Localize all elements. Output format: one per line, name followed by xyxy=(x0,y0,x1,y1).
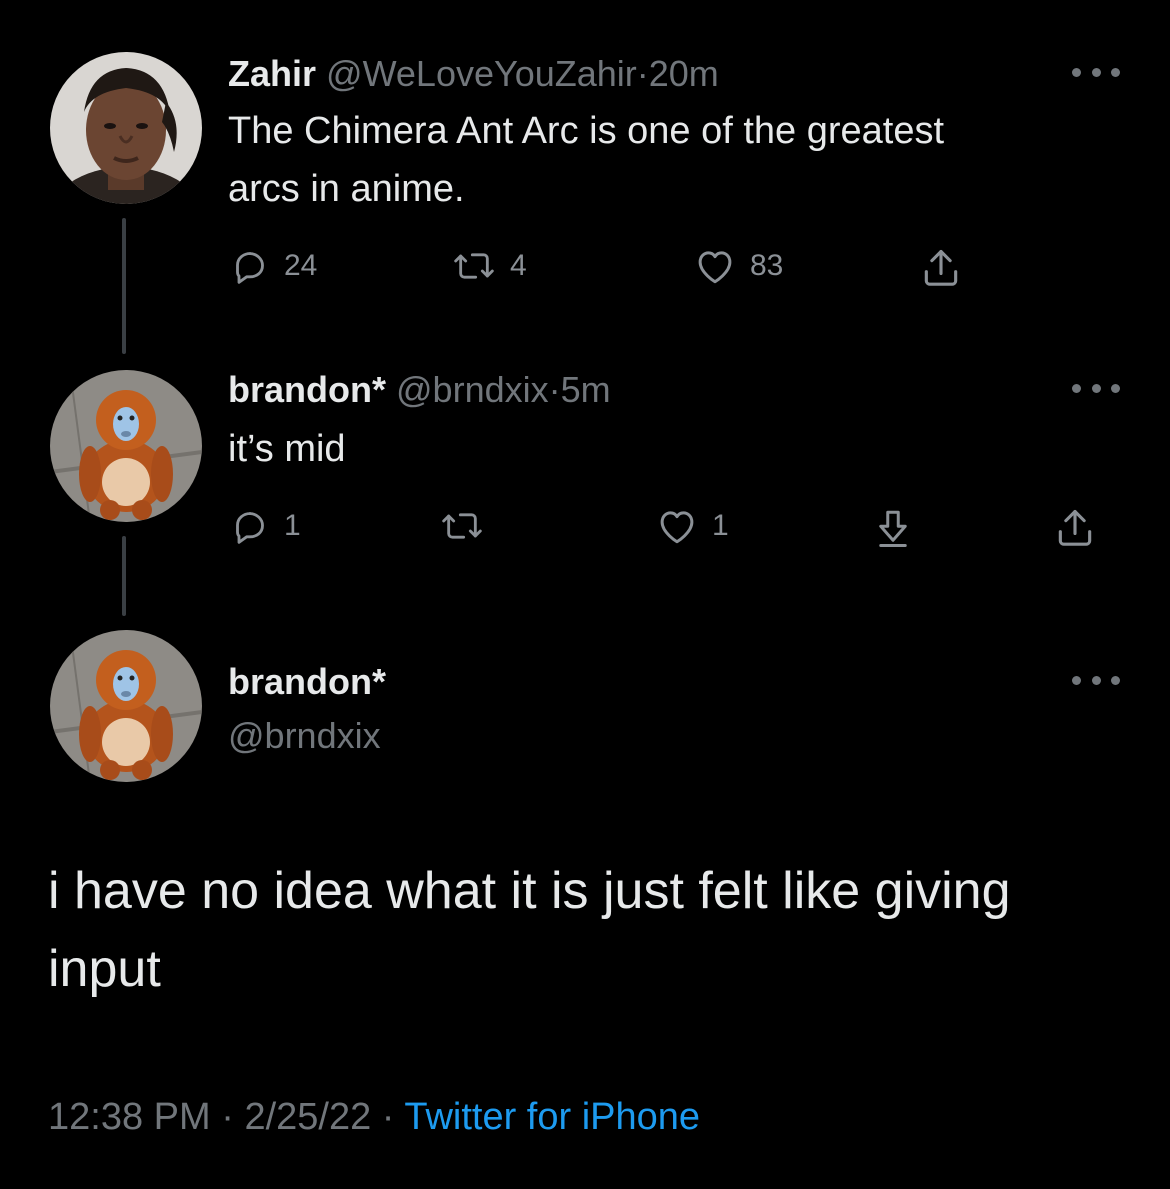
more-icon[interactable] xyxy=(1072,378,1120,398)
tweet-date: 2/25/22 xyxy=(244,1096,372,1138)
separator-dot: · xyxy=(381,1096,395,1138)
more-icon[interactable] xyxy=(1072,62,1120,82)
avatar-zahir[interactable] xyxy=(50,52,202,204)
like-count: 83 xyxy=(750,249,784,282)
tweet-meta: 12:38 PM · 2/25/22 · Twitter for iPhone xyxy=(48,1092,700,1142)
profile-photo-golden-monkey-icon xyxy=(50,630,202,782)
reply-icon xyxy=(236,252,264,284)
display-name[interactable]: brandon* xyxy=(228,369,386,410)
display-name[interactable]: Zahir xyxy=(228,53,316,94)
tweet-text-line: The Chimera Ant Arc is one of the greate… xyxy=(228,110,945,152)
main-tweet-text: i have no idea what it is just felt like… xyxy=(48,862,1011,998)
tweet-text-line: arcs in anime. xyxy=(228,168,465,210)
retweet-button[interactable]: 4 xyxy=(452,246,527,286)
reply-count: 1 xyxy=(284,509,301,542)
download-button[interactable] xyxy=(872,506,914,550)
display-name[interactable]: brandon* xyxy=(228,661,386,702)
share-icon xyxy=(924,249,958,286)
user-handle[interactable]: @WeLoveYouZahir xyxy=(326,53,637,94)
tweet-header-brandon: brandon* @brndxix·5m xyxy=(228,368,611,412)
more-icon[interactable] xyxy=(1072,670,1120,690)
tweet-source-link[interactable]: Twitter for iPhone xyxy=(404,1096,700,1138)
like-button[interactable]: 1 xyxy=(656,506,729,546)
reply-button[interactable]: 1 xyxy=(230,506,301,546)
tweet-text: The Chimera Ant Arc is one of the greate… xyxy=(228,102,944,218)
user-handle[interactable]: @brndxix xyxy=(396,369,549,410)
retweet-count: 4 xyxy=(510,249,527,282)
share-button[interactable] xyxy=(918,246,964,290)
retweet-icon xyxy=(454,253,494,279)
main-tweet-handle[interactable]: @brndxix xyxy=(228,714,381,758)
reply-button[interactable]: 24 xyxy=(230,246,317,286)
heart-icon xyxy=(660,511,694,544)
tweet-text: it’s mid xyxy=(228,428,346,470)
profile-photo-golden-monkey-icon xyxy=(50,370,202,522)
avatar-brandon-main[interactable] xyxy=(50,630,202,782)
retweet-icon xyxy=(442,513,482,539)
heart-icon xyxy=(698,251,732,284)
profile-photo-person-icon xyxy=(50,52,202,204)
separator-dot: · xyxy=(221,1096,234,1138)
tweet-header-zahir: Zahir @WeLoveYouZahir·20m xyxy=(228,52,719,96)
main-tweet-name[interactable]: brandon* xyxy=(228,660,386,704)
retweet-button[interactable] xyxy=(440,506,498,546)
tweet-timestamp: 12:38 PM xyxy=(48,1096,211,1138)
thread-connector-2 xyxy=(122,536,126,616)
user-handle[interactable]: @brndxix xyxy=(228,715,381,756)
like-button[interactable]: 83 xyxy=(694,246,783,286)
tweet-time[interactable]: 20m xyxy=(649,53,719,94)
separator-dot: · xyxy=(636,53,649,94)
reply-icon xyxy=(236,512,264,544)
separator-dot: · xyxy=(548,369,561,410)
share-button[interactable] xyxy=(1052,506,1098,550)
reply-count: 24 xyxy=(284,249,318,282)
avatar-brandon[interactable] xyxy=(50,370,202,522)
tweet-time[interactable]: 5m xyxy=(561,369,611,410)
like-count: 1 xyxy=(712,509,729,542)
download-icon xyxy=(879,510,907,547)
thread-connector-1 xyxy=(122,218,126,354)
share-icon xyxy=(1058,509,1092,546)
